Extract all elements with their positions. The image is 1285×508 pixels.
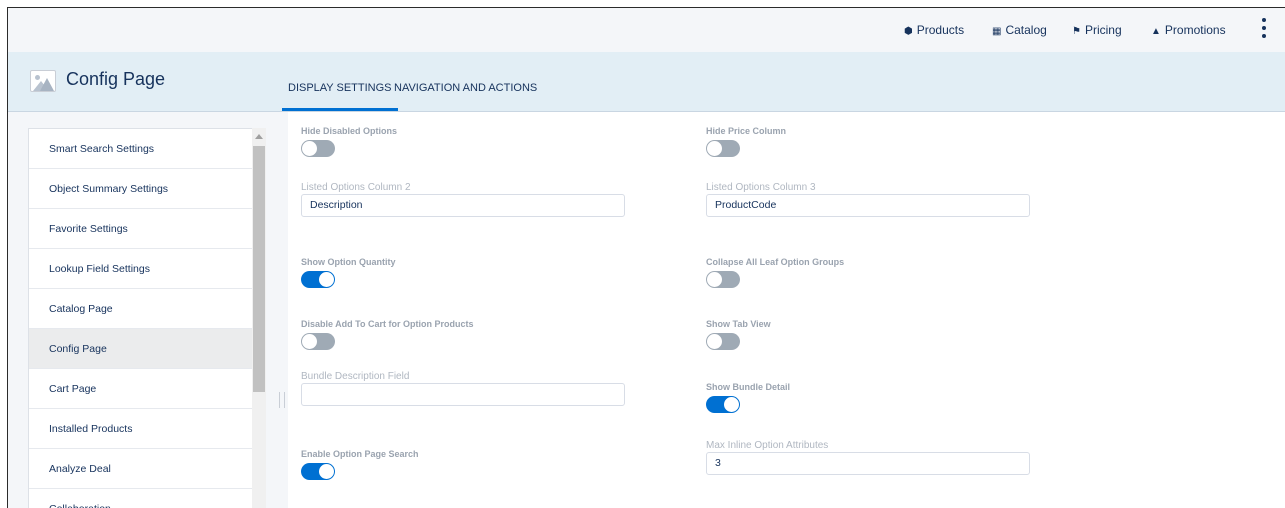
sidebar-item-collaboration[interactable]: Collaboration	[29, 489, 253, 508]
show-option-quantity-label: Show Option Quantity	[301, 257, 396, 267]
tab-display-settings[interactable]: DISPLAY SETTINGS	[282, 82, 398, 111]
sidebar-item-analyze-deal[interactable]: Analyze Deal	[29, 449, 253, 489]
show-tab-view-toggle[interactable]	[706, 333, 740, 350]
enable-option-page-search-label: Enable Option Page Search	[301, 449, 419, 459]
sidebar-item-object-summary-settings[interactable]: Object Summary Settings	[29, 169, 253, 209]
app-window: ⬢ Products ▦ Catalog ⚑ Pricing ▲ Promotions …	[7, 7, 1285, 508]
sidebar-item-config-page[interactable]: Config Page	[29, 329, 253, 369]
hide-disabled-options-label: Hide Disabled Options	[301, 126, 398, 136]
cube-icon: ⬢	[904, 26, 913, 37]
enable-option-page-search-toggle[interactable]	[301, 463, 335, 480]
sidebar-item-catalog-page[interactable]: Catalog Page	[29, 289, 253, 329]
display-settings-panel: Hide Disabled Options Hide Price Column …	[288, 112, 1285, 508]
listed-options-column-3-input[interactable]: ProductCode	[706, 194, 1030, 217]
sidebar-item-cart-page[interactable]: Cart Page	[29, 369, 253, 409]
nav-products[interactable]: ⬢ Products	[904, 8, 964, 52]
sidebar-item-smart-search-settings[interactable]: Smart Search Settings	[29, 129, 253, 169]
listed-options-column-2-input[interactable]: Description	[301, 194, 625, 217]
page-title: Config Page	[66, 69, 166, 89]
bundle-description-field-input[interactable]	[301, 383, 625, 406]
listed-options-column-2-label: Listed Options Column 2	[301, 182, 411, 193]
disable-add-to-cart-label: Disable Add To Cart for Option Products	[301, 319, 474, 329]
tag-icon: ⚑	[1072, 26, 1081, 37]
sidebar-scrollbar[interactable]	[252, 128, 266, 508]
show-bundle-detail-label: Show Bundle Detail	[706, 382, 791, 392]
show-option-quantity-toggle[interactable]	[301, 271, 335, 288]
nav-pricing-label: Pricing	[1084, 23, 1122, 37]
hide-price-column-toggle[interactable]	[706, 140, 740, 157]
nav-pricing[interactable]: ⚑ Pricing	[1072, 8, 1122, 52]
disable-add-to-cart-toggle[interactable]	[301, 333, 335, 350]
page-header: Config Page DISPLAY SETTINGS NAVIGATION …	[8, 52, 1285, 112]
collapse-leaf-option-groups-label: Collapse All Leaf Option Groups	[706, 257, 845, 267]
image-placeholder-icon	[30, 70, 56, 92]
max-inline-option-attributes-label: Max Inline Option Attributes	[706, 440, 829, 451]
sidebar-item-lookup-field-settings[interactable]: Lookup Field Settings	[29, 249, 253, 289]
bundle-description-field-label: Bundle Description Field	[301, 371, 410, 382]
scrollbar-thumb[interactable]	[253, 146, 265, 392]
show-bundle-detail-toggle[interactable]	[706, 396, 740, 413]
tab-navigation-and-actions[interactable]: NAVIGATION AND ACTIONS	[394, 82, 537, 110]
nav-catalog[interactable]: ▦ Catalog	[992, 8, 1047, 52]
hide-price-column-label: Hide Price Column	[706, 126, 787, 136]
nav-catalog-label: Catalog	[1005, 23, 1047, 37]
hide-disabled-options-toggle[interactable]	[301, 140, 335, 157]
top-navigation: ⬢ Products ▦ Catalog ⚑ Pricing ▲ Promotions	[8, 8, 1285, 53]
more-options-icon[interactable]	[1261, 18, 1267, 38]
nav-products-label: Products	[916, 23, 965, 37]
show-tab-view-label: Show Tab View	[706, 319, 771, 329]
scroll-up-icon[interactable]	[255, 134, 263, 139]
nav-promotions-label: Promotions	[1164, 23, 1226, 37]
sidebar-item-installed-products[interactable]: Installed Products	[29, 409, 253, 449]
nav-promotions[interactable]: ▲ Promotions	[1151, 8, 1226, 52]
settings-sidebar: Smart Search Settings Object Summary Set…	[28, 128, 253, 508]
gift-icon: ▲	[1151, 26, 1161, 37]
grid-icon: ▦	[992, 26, 1002, 37]
max-inline-option-attributes-input[interactable]: 3	[706, 452, 1030, 475]
listed-options-column-3-label: Listed Options Column 3	[706, 182, 816, 193]
sidebar-item-favorite-settings[interactable]: Favorite Settings	[29, 209, 253, 249]
panel-resize-handle[interactable]	[279, 392, 285, 408]
collapse-leaf-option-groups-toggle[interactable]	[706, 271, 740, 288]
